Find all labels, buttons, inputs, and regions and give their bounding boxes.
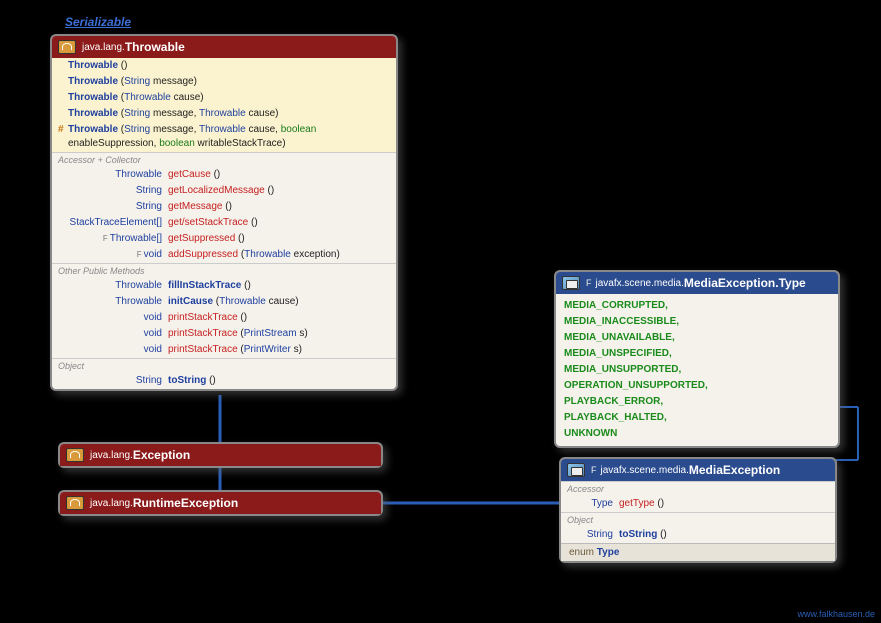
java-class-icon xyxy=(58,40,76,54)
member-row: TypegetType () xyxy=(561,496,835,512)
member-row: Throwable (Throwable cause) xyxy=(52,90,396,106)
enum-value: PLAYBACK_HALTED, xyxy=(556,410,838,426)
inner-enum: enum Type xyxy=(561,543,835,561)
enum-value: PLAYBACK_ERROR, xyxy=(556,394,838,410)
credit-link[interactable]: www.falkhausen.de xyxy=(797,609,875,619)
class-exception-header: java.lang.Exception xyxy=(60,444,381,466)
enum-value: UNKNOWN xyxy=(556,426,838,442)
member-row: voidprintStackTrace (PrintStream s) xyxy=(52,326,396,342)
enum-value: MEDIA_UNSPECIFIED, xyxy=(556,346,838,362)
pkg-label: java.lang. xyxy=(90,450,133,461)
member-row: #Throwable (String message, Throwable ca… xyxy=(52,122,396,152)
member-row: StringgetLocalizedMessage () xyxy=(52,183,396,199)
enum-value: MEDIA_UNSUPPORTED, xyxy=(556,362,838,378)
class-runtimeexception: java.lang.RuntimeException xyxy=(58,490,383,516)
enum-value: MEDIA_UNAVAILABLE, xyxy=(556,330,838,346)
section-label: Other Public Methods xyxy=(52,263,396,278)
member-row: Throwable (String message) xyxy=(52,74,396,90)
class-name: MediaException.Type xyxy=(684,276,806,290)
class-name: Exception xyxy=(133,448,190,462)
class-throwable-header: java.lang.Throwable xyxy=(52,36,396,58)
class-name: Throwable xyxy=(125,40,185,54)
final-flag: F xyxy=(591,465,597,475)
pkg-label: java.lang. xyxy=(90,498,133,509)
enum-value: MEDIA_CORRUPTED, xyxy=(556,298,838,314)
section-label: Object xyxy=(52,358,396,373)
class-mediaexception-body: AccessorTypegetType ()ObjectStringtoStri… xyxy=(561,481,835,561)
class-mediaexception: F javafx.scene.media.MediaException Acce… xyxy=(559,457,837,563)
class-name: RuntimeException xyxy=(133,496,238,510)
class-throwable-body: Throwable ()Throwable (String message)Th… xyxy=(52,58,396,389)
class-mediaexception-type: F javafx.scene.media.MediaException.Type… xyxy=(554,270,840,448)
pkg-label: java.lang. xyxy=(82,42,125,53)
pkg-label: javafx.scene.media. xyxy=(596,278,684,289)
class-name: MediaException xyxy=(689,463,780,477)
pkg-label: javafx.scene.media. xyxy=(601,465,689,476)
class-mediaexception-header: F javafx.scene.media.MediaException xyxy=(561,459,835,481)
section-label: Accessor xyxy=(561,481,835,496)
javafx-class-icon xyxy=(562,276,580,290)
member-row: Throwable (String message, Throwable cau… xyxy=(52,106,396,122)
java-class-icon xyxy=(66,448,84,462)
member-row: StringtoString () xyxy=(52,373,396,389)
class-throwable: java.lang.Throwable Throwable ()Throwabl… xyxy=(50,34,398,391)
member-row: StringtoString () xyxy=(561,527,835,543)
member-row: StringgetMessage () xyxy=(52,199,396,215)
member-row: StackTraceElement[]get/setStackTrace () xyxy=(52,215,396,231)
member-row: ThrowablegetCause () xyxy=(52,167,396,183)
final-flag: F xyxy=(586,278,592,288)
interface-serializable: Serializable xyxy=(65,15,131,29)
member-row: FThrowable[]getSuppressed () xyxy=(52,231,396,247)
member-row: voidprintStackTrace () xyxy=(52,310,396,326)
class-runtimeexception-header: java.lang.RuntimeException xyxy=(60,492,381,514)
java-class-icon xyxy=(66,496,84,510)
class-exception: java.lang.Exception xyxy=(58,442,383,468)
section-label: Accessor + Collector xyxy=(52,152,396,167)
member-row: voidprintStackTrace (PrintWriter s) xyxy=(52,342,396,358)
enum-value: MEDIA_INACCESSIBLE, xyxy=(556,314,838,330)
enum-body: MEDIA_CORRUPTED,MEDIA_INACCESSIBLE,MEDIA… xyxy=(556,294,838,446)
member-row: ThrowablefillInStackTrace () xyxy=(52,278,396,294)
javafx-class-icon xyxy=(567,463,585,477)
member-row: ThrowableinitCause (Throwable cause) xyxy=(52,294,396,310)
member-row: Throwable () xyxy=(52,58,396,74)
enum-header: F javafx.scene.media.MediaException.Type xyxy=(556,272,838,294)
section-label: Object xyxy=(561,512,835,527)
enum-value: OPERATION_UNSUPPORTED, xyxy=(556,378,838,394)
member-row: FvoidaddSuppressed (Throwable exception) xyxy=(52,247,396,263)
